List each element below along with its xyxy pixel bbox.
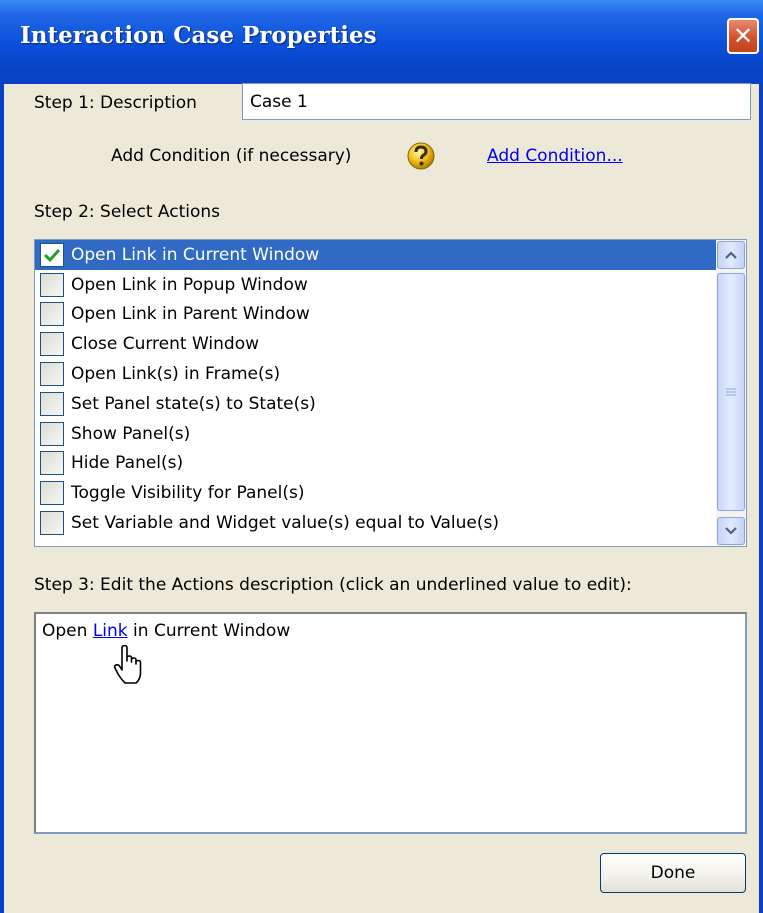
step2-label: Step 2: Select Actions — [34, 202, 221, 222]
checkbox[interactable] — [40, 421, 64, 446]
action-item[interactable]: Open Link in Current Window — [35, 240, 716, 270]
checkbox[interactable] — [40, 272, 64, 297]
checkbox[interactable] — [40, 481, 64, 506]
action-label: Set Variable and Widget value(s) equal t… — [71, 513, 500, 534]
action-label: Set Panel state(s) to State(s) — [71, 393, 316, 414]
action-label: Open Link in Popup Window — [71, 274, 308, 295]
step3-label: Step 3: Edit the Actions description (cl… — [34, 575, 632, 595]
title-bar[interactable]: Interaction Case Properties ✕ — [0, 0, 763, 84]
action-item[interactable]: Open Link(s) in Frame(s) — [35, 359, 716, 389]
close-icon: ✕ — [732, 22, 754, 50]
chevron-down-icon — [725, 527, 737, 535]
step1-label: Step 1: Description — [34, 93, 197, 113]
action-label: Hide Panel(s) — [71, 453, 184, 474]
action-label: Open Link in Parent Window — [71, 304, 310, 325]
actions-description: Open Link in Current Window — [42, 621, 290, 641]
description-prefix: Open — [42, 621, 93, 641]
action-item[interactable]: Set Variable and Widget value(s) equal t… — [35, 508, 716, 538]
grip-icon — [726, 388, 736, 396]
vertical-scrollbar[interactable] — [716, 240, 746, 546]
checkbox[interactable] — [40, 332, 64, 357]
scroll-up-button[interactable] — [717, 241, 745, 269]
action-item[interactable]: Toggle Visibility for Panel(s) — [35, 478, 716, 508]
checkbox[interactable] — [40, 451, 64, 476]
dialog-title: Interaction Case Properties — [20, 22, 377, 49]
action-label: Open Link(s) in Frame(s) — [71, 364, 281, 385]
chevron-up-icon — [725, 251, 737, 259]
action-label: Open Link in Current Window — [71, 244, 320, 265]
checkbox[interactable] — [40, 511, 64, 536]
description-input[interactable] — [242, 83, 751, 120]
checkbox[interactable] — [40, 242, 64, 267]
action-label: Show Panel(s) — [71, 423, 191, 444]
checkbox[interactable] — [40, 302, 64, 327]
question-icon — [407, 142, 435, 170]
done-button[interactable]: Done — [600, 853, 746, 893]
checkbox[interactable] — [40, 391, 64, 416]
action-item[interactable]: Set Panel state(s) to State(s) — [35, 389, 716, 419]
checkbox[interactable] — [40, 362, 64, 387]
description-suffix: in Current Window — [127, 621, 291, 641]
close-button[interactable]: ✕ — [727, 18, 759, 54]
action-label: Close Current Window — [71, 334, 259, 355]
action-item[interactable]: Close Current Window — [35, 329, 716, 359]
scroll-thumb[interactable] — [717, 273, 745, 511]
add-condition-link[interactable]: Add Condition... — [487, 146, 623, 166]
action-item[interactable]: Hide Panel(s) — [35, 449, 716, 479]
actions-list[interactable]: Open Link in Current Window Open Link in… — [34, 239, 747, 547]
dialog-window: Interaction Case Properties ✕ Step 1: De… — [0, 0, 763, 913]
condition-label: Add Condition (if necessary) — [111, 146, 352, 166]
scroll-down-button[interactable] — [717, 517, 745, 545]
action-item[interactable]: Show Panel(s) — [35, 419, 716, 449]
check-icon — [43, 248, 61, 263]
action-label: Toggle Visibility for Panel(s) — [71, 483, 305, 504]
action-item[interactable]: Open Link in Popup Window — [35, 270, 716, 300]
action-item[interactable]: Open Link in Parent Window — [35, 300, 716, 330]
link-value-link[interactable]: Link — [93, 621, 128, 641]
hand-cursor-icon — [113, 645, 142, 684]
